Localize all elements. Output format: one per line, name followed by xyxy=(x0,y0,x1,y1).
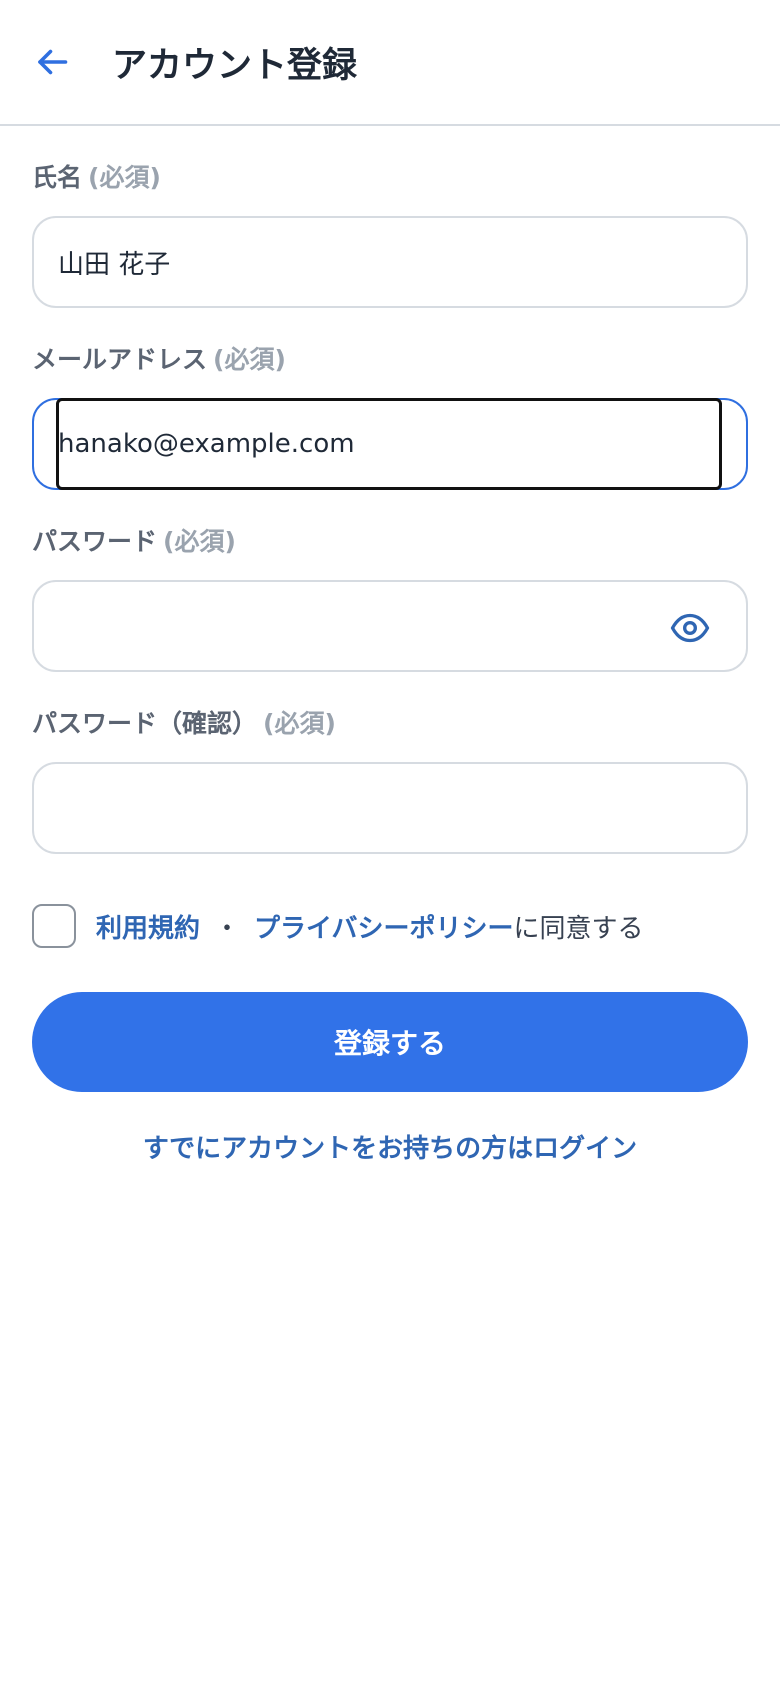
required-badge: (必須) xyxy=(163,527,236,556)
email-field xyxy=(32,398,748,490)
password-confirm-input[interactable] xyxy=(58,764,722,852)
email-input[interactable] xyxy=(58,400,722,488)
privacy-policy-link[interactable]: プライバシーポリシー xyxy=(254,914,513,944)
name-label-text: 氏名 xyxy=(32,163,83,192)
password-label: パスワード (必須) xyxy=(32,524,748,560)
agreement-text: 利用規約・プライバシーポリシーに同意する xyxy=(96,908,644,945)
password-confirm-label: パスワード（確認） (必須) xyxy=(32,706,748,742)
agreement-row: 利用規約・プライバシーポリシーに同意する xyxy=(32,904,748,948)
register-button[interactable]: 登録する xyxy=(32,992,748,1092)
app-header: アカウント登録 xyxy=(0,0,780,126)
registration-form: 氏名(必須) メールアドレス(必須) パスワード(必須) xyxy=(0,126,780,1165)
agreement-suffix: に同意する xyxy=(513,913,644,944)
password-label-text: パスワード xyxy=(32,527,158,556)
show-password-toggle[interactable] xyxy=(670,608,710,648)
eye-icon xyxy=(670,613,710,643)
required-badge: (必須) xyxy=(213,345,286,374)
email-label-text: メールアドレス xyxy=(32,345,208,374)
email-label: メールアドレス (必須) xyxy=(32,342,748,378)
required-badge: (必須) xyxy=(88,163,161,192)
login-link[interactable]: すでにアカウントをお持ちの方はログイン xyxy=(32,1128,748,1165)
agree-checkbox[interactable] xyxy=(32,904,76,948)
separator: ・ xyxy=(214,913,241,944)
name-input[interactable] xyxy=(58,218,722,306)
password-confirm-field xyxy=(32,762,748,854)
name-field xyxy=(32,216,748,308)
back-button[interactable] xyxy=(32,42,72,82)
password-input[interactable] xyxy=(58,582,722,670)
password-field xyxy=(32,580,748,672)
password-confirm-label-text: パスワード（確認） xyxy=(32,709,258,738)
registration-screen: アカウント登録 氏名(必須) メールアドレス(必須) パスワード(必須) xyxy=(0,0,780,1688)
page-title: アカウント登録 xyxy=(112,45,358,86)
terms-link[interactable]: 利用規約 xyxy=(96,914,200,944)
name-label: 氏名 (必須) xyxy=(32,160,748,196)
arrow-left-icon xyxy=(38,49,68,75)
required-badge: (必須) xyxy=(263,709,336,738)
